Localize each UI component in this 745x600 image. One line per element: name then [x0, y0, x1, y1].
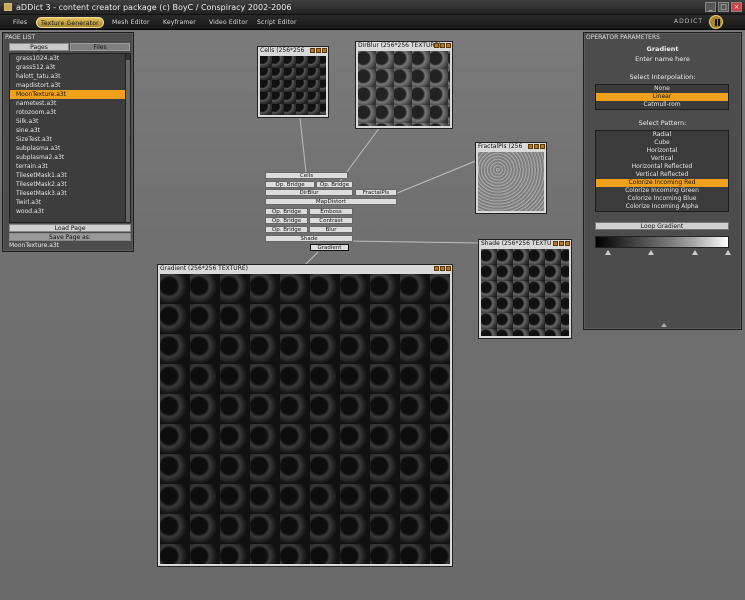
window-button[interactable]	[446, 43, 451, 48]
interpolation-option-catmull-rom[interactable]: Catmull-rom	[596, 101, 728, 109]
pattern-list: Radial Cube Horizontal Vertical Horizont…	[595, 130, 729, 212]
pattern-label: Select Pattern:	[638, 119, 687, 127]
node-gradient[interactable]: Gradient	[310, 244, 349, 251]
gradient-texture-image	[160, 274, 450, 564]
pattern-option-colorize-alpha[interactable]: Colorize Incoming Alpha	[596, 203, 728, 211]
window-button[interactable]	[310, 48, 315, 53]
node-contrast[interactable]: Contrast	[309, 217, 353, 224]
gradient-key-handle[interactable]	[648, 250, 654, 255]
operator-parameters-title: OPERATOR PARAMETERS	[586, 34, 660, 41]
window-button[interactable]	[565, 241, 570, 246]
dirblur-texture-image	[358, 51, 450, 126]
window-button[interactable]	[553, 241, 558, 246]
node-mapdistort[interactable]: MapDistort	[265, 198, 397, 205]
window-button[interactable]	[559, 241, 564, 246]
node-dirblur[interactable]: DirBlur	[265, 189, 353, 196]
loop-gradient-button[interactable]: Loop Gradient	[595, 222, 729, 230]
window-buttons	[528, 144, 545, 149]
node-emboss[interactable]: Emboss	[309, 208, 353, 215]
operator-parameters-panel: OPERATOR PARAMETERS Gradient Enter name …	[583, 32, 742, 330]
interpolation-label: Select Interpolation:	[629, 73, 696, 81]
window-button[interactable]	[316, 48, 321, 53]
window-button[interactable]	[434, 266, 439, 271]
interpolation-option-linear[interactable]: Linear	[596, 93, 728, 101]
window-buttons	[434, 266, 451, 271]
node-blur[interactable]: Blur	[309, 226, 353, 233]
window-button[interactable]	[446, 266, 451, 271]
operator-name: Gradient	[646, 45, 679, 53]
node-op-bridge-2[interactable]: Op. Bridge	[316, 181, 353, 188]
node-shade[interactable]: Shade	[265, 235, 353, 242]
interpolation-list: None Linear Catmull-rom	[595, 84, 729, 110]
node-op-bridge-3[interactable]: Op. Bridge	[265, 208, 308, 215]
pattern-option-horizontal[interactable]: Horizontal	[596, 147, 728, 155]
node-op-bridge-1[interactable]: Op. Bridge	[265, 181, 315, 188]
shade-texture-window[interactable]: Shade (256*256 TEXTU	[478, 239, 572, 339]
window-button[interactable]	[440, 43, 445, 48]
gradient-editor-bar[interactable]	[595, 236, 729, 248]
gradient-texture-title: Gradient (256*256 TEXTURE)	[158, 265, 452, 273]
gradient-key-handle[interactable]	[692, 250, 698, 255]
dirblur-texture-window[interactable]: DirBlur (256*256 TEXTURE)	[355, 41, 453, 129]
window-button[interactable]	[534, 144, 539, 149]
cells-texture-window[interactable]: Cells (256*256	[257, 46, 329, 118]
gradient-texture-window[interactable]: Gradient (256*256 TEXTURE)	[157, 264, 453, 567]
interpolation-option-none[interactable]: None	[596, 85, 728, 93]
pattern-option-vertical[interactable]: Vertical	[596, 155, 728, 163]
fractal-texture-window[interactable]: FractalPls (256	[475, 142, 547, 214]
gradient-key-handle[interactable]	[605, 250, 611, 255]
window-button[interactable]	[440, 266, 445, 271]
pattern-option-radial[interactable]: Radial	[596, 131, 728, 139]
operator-name-input[interactable]: Enter name here	[584, 55, 741, 63]
window-buttons	[434, 43, 451, 48]
panel-arrow-icon[interactable]	[661, 323, 667, 327]
pattern-option-horizontal-reflected[interactable]: Horizontal Reflected	[596, 163, 728, 171]
gradient-key-handle[interactable]	[725, 250, 731, 255]
fractal-texture-image	[478, 152, 544, 211]
pattern-option-cube[interactable]: Cube	[596, 139, 728, 147]
node-fractalpls[interactable]: FractalPls	[355, 189, 397, 196]
window-button[interactable]	[528, 144, 533, 149]
node-op-bridge-5[interactable]: Op. Bridge	[265, 226, 308, 233]
shade-texture-image	[481, 249, 569, 336]
pattern-option-vertical-reflected[interactable]: Vertical Reflected	[596, 171, 728, 179]
window-buttons	[553, 241, 570, 246]
window-buttons	[310, 48, 327, 53]
window-button[interactable]	[540, 144, 545, 149]
node-op-bridge-4[interactable]: Op. Bridge	[265, 217, 308, 224]
node-cells[interactable]: Cells	[265, 172, 348, 179]
pattern-option-colorize-blue[interactable]: Colorize Incoming Blue	[596, 195, 728, 203]
pattern-option-colorize-red[interactable]: Colorize Incoming Red	[596, 179, 728, 187]
window-button[interactable]	[322, 48, 327, 53]
window-button[interactable]	[434, 43, 439, 48]
cells-texture-image	[260, 56, 326, 115]
pattern-option-colorize-green[interactable]: Colorize Incoming Green	[596, 187, 728, 195]
